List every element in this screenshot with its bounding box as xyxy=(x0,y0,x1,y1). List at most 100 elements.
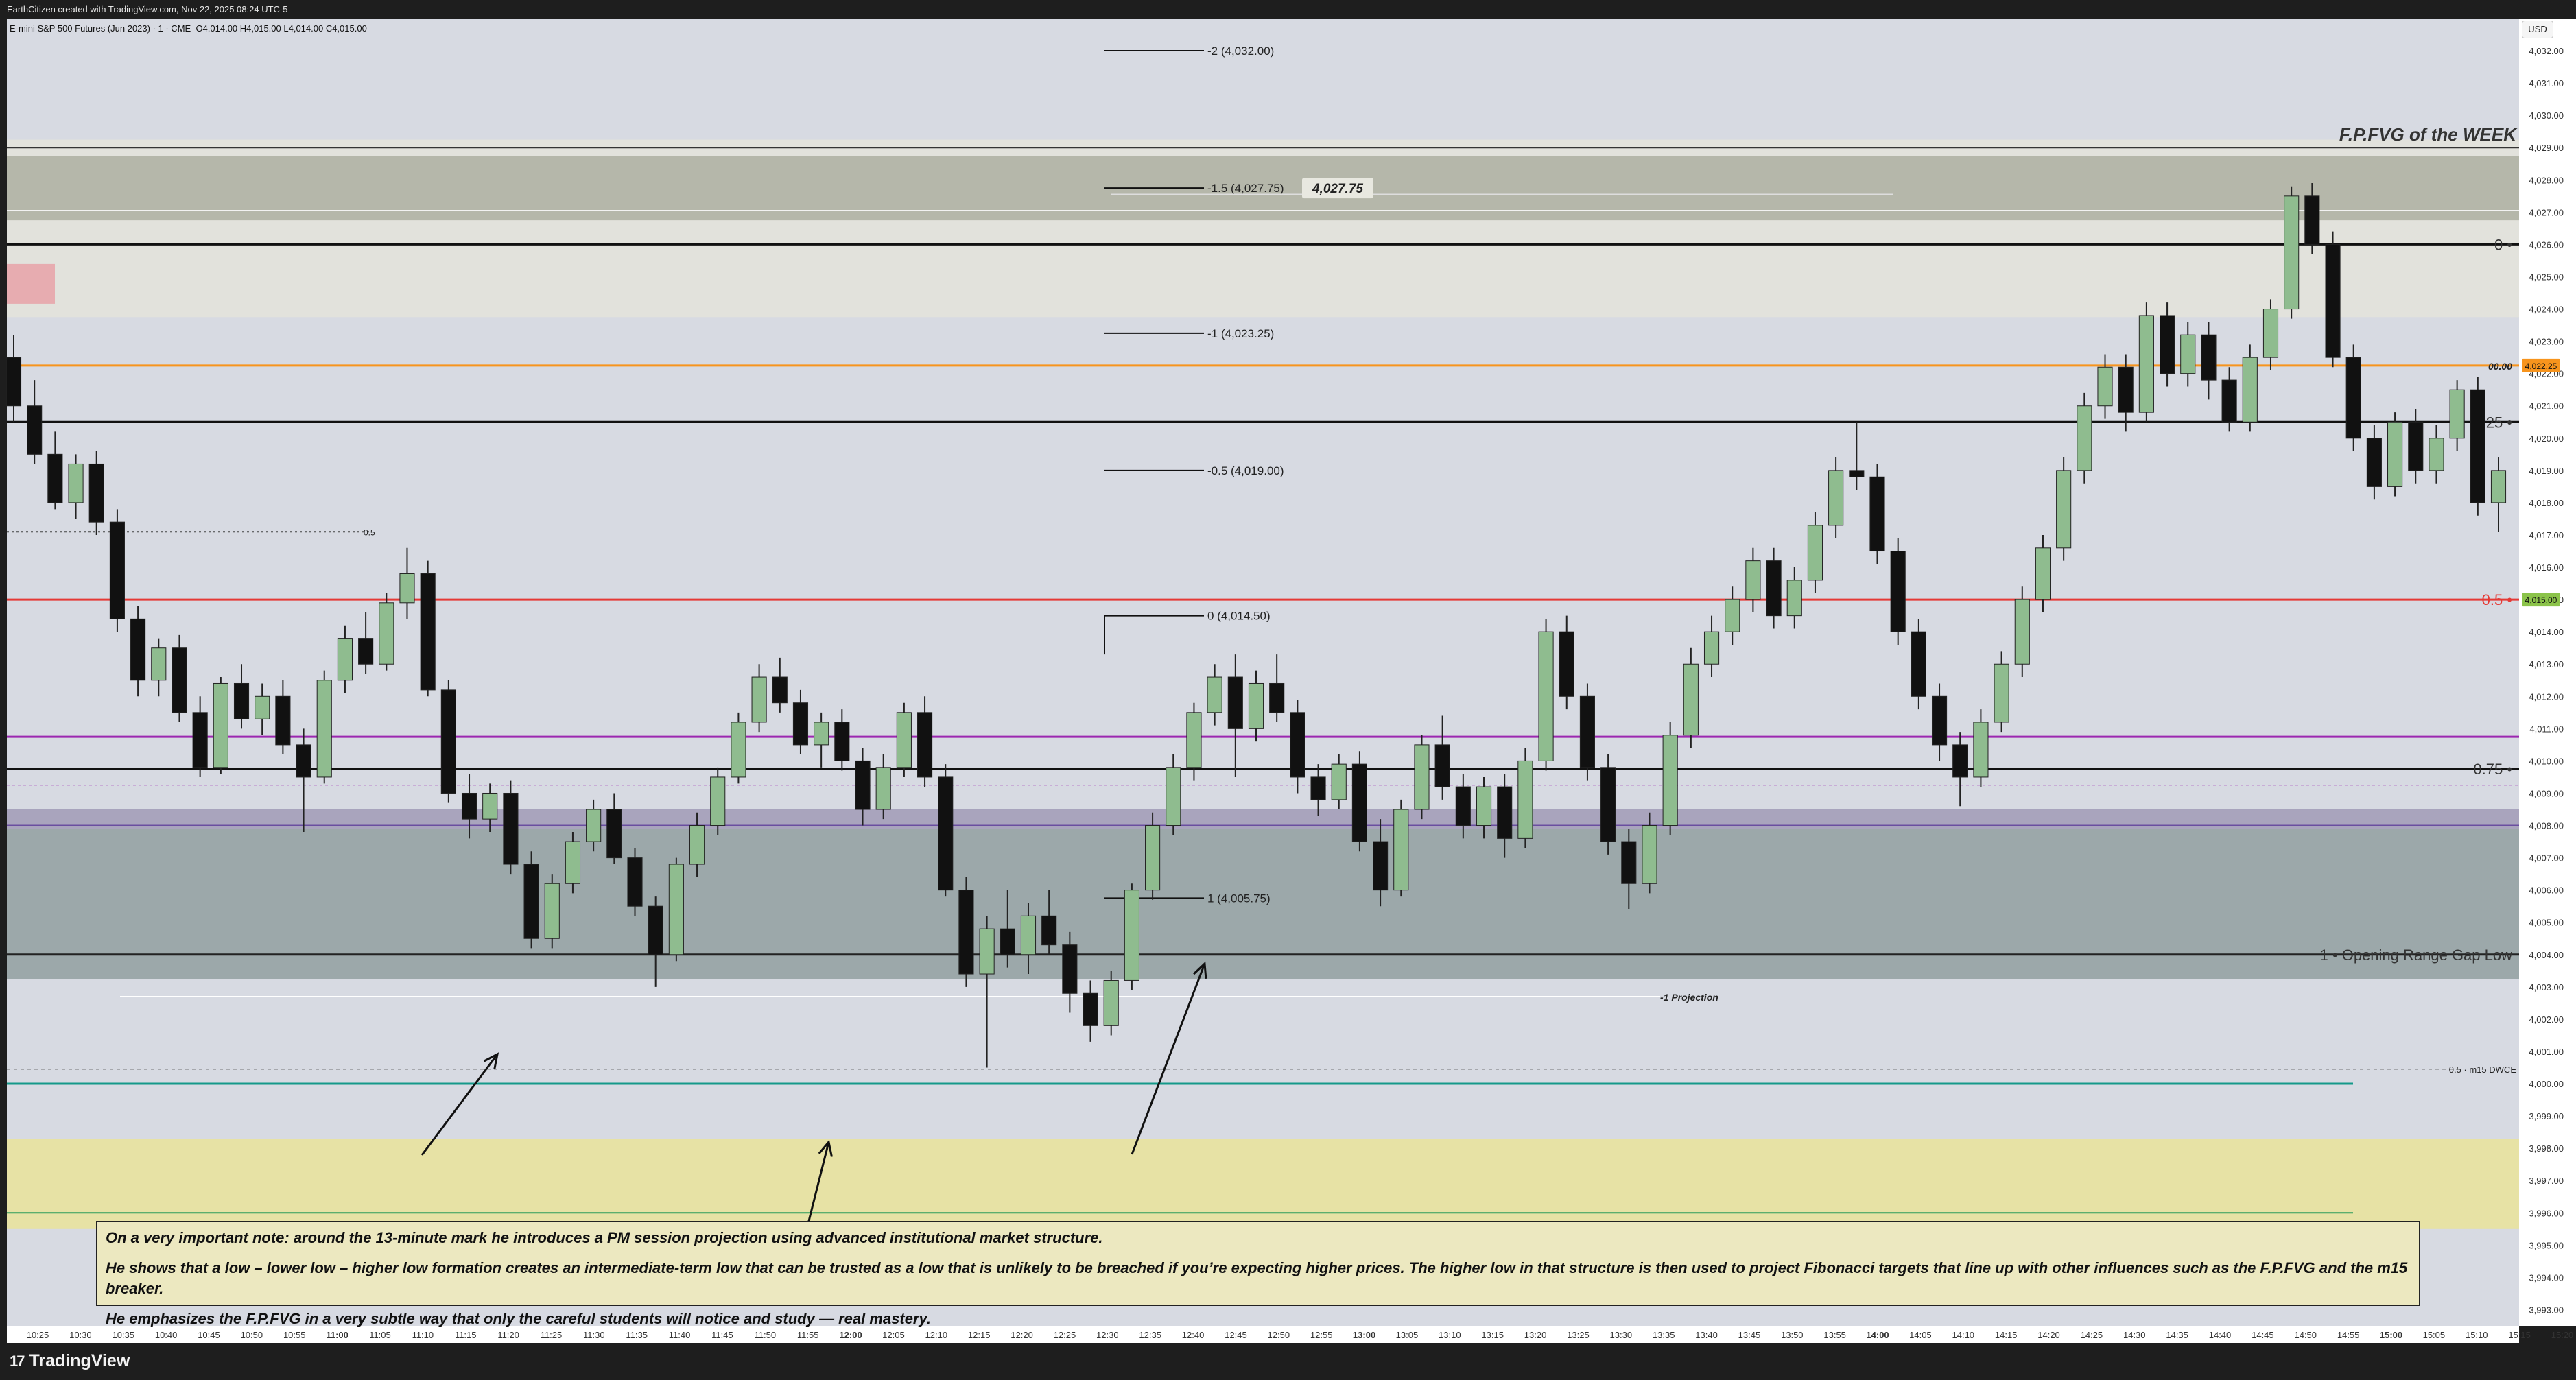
candle-body-69[interactable] xyxy=(1434,744,1450,787)
candle-body-83[interactable] xyxy=(1725,599,1740,632)
candle-body-19[interactable] xyxy=(399,573,415,604)
candle-body-95[interactable] xyxy=(1973,722,1989,778)
price-chart[interactable]: 0.50.5 · m15 DWCE-1 Projection0 •0.25 •0… xyxy=(0,19,2576,1343)
candle-body-8[interactable] xyxy=(172,647,187,713)
candle-body-25[interactable] xyxy=(523,864,539,939)
candle-body-13[interactable] xyxy=(275,695,291,746)
candle-body-89[interactable] xyxy=(1849,470,1865,477)
candle-body-61[interactable] xyxy=(1269,682,1285,713)
candle-body-107[interactable] xyxy=(2221,379,2237,423)
candle-body-18[interactable] xyxy=(379,602,394,665)
candle-body-88[interactable] xyxy=(1828,470,1844,526)
candle-body-79[interactable] xyxy=(1642,825,1657,884)
candle-body-62[interactable] xyxy=(1290,712,1305,778)
candle-body-105[interactable] xyxy=(2180,334,2196,374)
candle-body-1[interactable] xyxy=(27,405,43,455)
candle-body-102[interactable] xyxy=(2118,366,2134,413)
candle-body-78[interactable] xyxy=(1621,841,1637,884)
candle-body-30[interactable] xyxy=(627,857,643,907)
candle-body-97[interactable] xyxy=(2014,599,2030,665)
candle-body-116[interactable] xyxy=(2408,421,2424,471)
candle-body-93[interactable] xyxy=(1931,695,1948,746)
candle-body-80[interactable] xyxy=(1662,735,1678,826)
candle-body-33[interactable] xyxy=(689,825,705,865)
candle-body-26[interactable] xyxy=(544,883,560,939)
candle-body-39[interactable] xyxy=(814,722,829,746)
candle-body-41[interactable] xyxy=(855,760,871,810)
candle-body-43[interactable] xyxy=(896,712,912,768)
candle-body-14[interactable] xyxy=(296,744,311,778)
candle-body-6[interactable] xyxy=(130,618,146,681)
candle-body-70[interactable] xyxy=(1455,786,1471,826)
candle-body-87[interactable] xyxy=(1807,525,1823,581)
candle-body-58[interactable] xyxy=(1207,676,1222,713)
candle-body-45[interactable] xyxy=(938,776,954,891)
candle-body-51[interactable] xyxy=(1062,944,1078,994)
candle-body-100[interactable] xyxy=(2077,405,2092,471)
candle-body-98[interactable] xyxy=(2035,547,2051,600)
candle-body-22[interactable] xyxy=(461,792,477,820)
candle-body-48[interactable] xyxy=(1000,928,1015,955)
candle-body-65[interactable] xyxy=(1351,763,1367,842)
candle-body-44[interactable] xyxy=(917,712,933,778)
candle-body-111[interactable] xyxy=(2304,195,2320,245)
candle-body-56[interactable] xyxy=(1166,767,1181,826)
candle-body-15[interactable] xyxy=(316,680,332,778)
candle-body-77[interactable] xyxy=(1600,767,1616,842)
candle-body-72[interactable] xyxy=(1497,786,1513,839)
candle-body-37[interactable] xyxy=(772,676,788,704)
candle-body-2[interactable] xyxy=(47,453,63,503)
candle-body-55[interactable] xyxy=(1145,825,1161,891)
candle-body-17[interactable] xyxy=(358,638,374,665)
candle-body-47[interactable] xyxy=(979,928,995,975)
candle-body-90[interactable] xyxy=(1869,476,1885,552)
candle-body-84[interactable] xyxy=(1745,560,1761,600)
candle-body-20[interactable] xyxy=(420,573,436,691)
candle-body-49[interactable] xyxy=(1020,915,1037,955)
candle-body-66[interactable] xyxy=(1373,841,1389,891)
candle-body-113[interactable] xyxy=(2345,357,2361,439)
candle-body-85[interactable] xyxy=(1766,560,1782,617)
candle-body-104[interactable] xyxy=(2160,315,2175,374)
candle-body-82[interactable] xyxy=(1703,631,1720,665)
candle-body-60[interactable] xyxy=(1248,682,1264,729)
candle-body-32[interactable] xyxy=(668,864,684,955)
candle-body-63[interactable] xyxy=(1310,776,1326,800)
candle-body-34[interactable] xyxy=(710,776,726,826)
candle-body-27[interactable] xyxy=(565,841,581,884)
candle-body-46[interactable] xyxy=(958,890,974,975)
candle-body-120[interactable] xyxy=(2490,470,2507,503)
candle-body-53[interactable] xyxy=(1103,979,1119,1026)
candle-body-42[interactable] xyxy=(875,767,891,810)
candle-body-106[interactable] xyxy=(2201,334,2217,381)
candle-body-68[interactable] xyxy=(1414,744,1430,810)
candle-body-96[interactable] xyxy=(1994,663,2009,723)
candle-body-94[interactable] xyxy=(1952,744,1968,778)
candle-body-74[interactable] xyxy=(1538,631,1554,761)
candle-body-73[interactable] xyxy=(1517,760,1533,839)
candle-body-21[interactable] xyxy=(440,689,456,794)
candle-body-76[interactable] xyxy=(1579,695,1595,768)
candle-body-103[interactable] xyxy=(2138,315,2154,413)
candle-body-23[interactable] xyxy=(482,792,498,820)
candle-body-3[interactable] xyxy=(68,463,84,503)
candle-body-101[interactable] xyxy=(2097,366,2113,407)
candle-body-109[interactable] xyxy=(2262,309,2279,358)
candle-body-81[interactable] xyxy=(1683,663,1699,736)
candle-body-40[interactable] xyxy=(834,722,850,761)
candle-body-12[interactable] xyxy=(255,695,270,719)
candle-body-91[interactable] xyxy=(1890,551,1906,632)
candle-body-57[interactable] xyxy=(1186,712,1202,768)
candle-body-75[interactable] xyxy=(1559,631,1574,697)
candle-body-36[interactable] xyxy=(751,676,767,723)
candle-body-35[interactable] xyxy=(731,722,746,778)
candle-body-4[interactable] xyxy=(88,463,104,523)
candle-body-50[interactable] xyxy=(1041,915,1057,946)
candle-body-67[interactable] xyxy=(1393,809,1409,891)
candle-body-0[interactable] xyxy=(5,357,22,407)
candle-body-24[interactable] xyxy=(503,792,519,865)
candle-body-118[interactable] xyxy=(2449,389,2465,439)
candle-body-110[interactable] xyxy=(2284,195,2300,310)
candle-body-38[interactable] xyxy=(792,702,809,746)
candle-body-108[interactable] xyxy=(2242,357,2258,423)
